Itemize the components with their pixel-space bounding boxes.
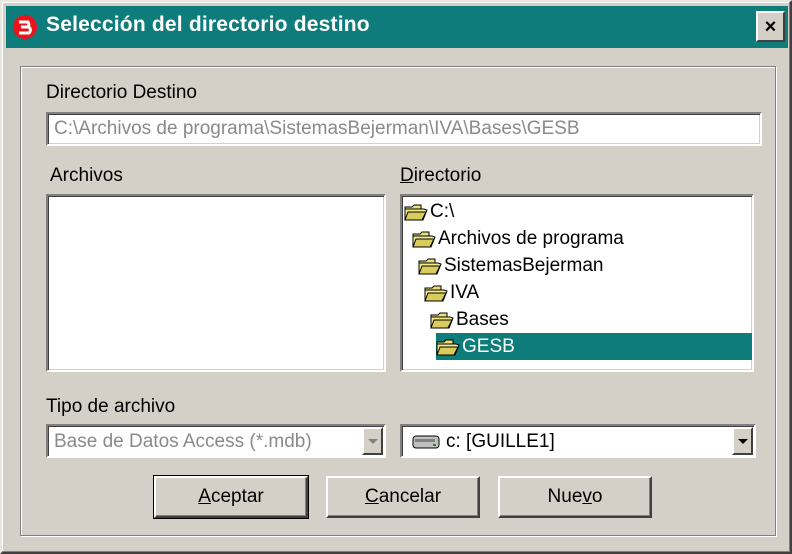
accept-accel: A <box>198 486 211 507</box>
file-type-label: Tipo de archivo <box>46 396 176 417</box>
accept-label: ceptar <box>210 486 264 507</box>
drive-select[interactable]: c: [GUILLE1] <box>400 424 756 458</box>
cancel-label: ancelar <box>378 486 442 507</box>
directory-label: Directorio <box>400 165 481 187</box>
directory-item[interactable]: GESB <box>436 333 752 360</box>
directory-item-label: IVA <box>450 281 480 303</box>
directory-item-label: SistemasBejerman <box>444 254 604 276</box>
directory-item[interactable]: SistemasBejerman <box>418 252 609 279</box>
close-icon: × <box>764 15 777 38</box>
new-accel: v <box>582 486 592 507</box>
open-folder-icon <box>424 285 448 301</box>
directory-item[interactable]: C:\ <box>404 198 460 225</box>
directory-item-label: C:\ <box>430 200 455 222</box>
directory-tree[interactable]: C:\ Archivos de programa SistemasBejerman I… <box>400 194 754 372</box>
chevron-down-icon <box>367 438 378 444</box>
files-list[interactable] <box>46 194 386 372</box>
open-folder-icon <box>412 231 436 247</box>
files-label: Archivos <box>50 165 123 186</box>
drive-dropdown-button[interactable] <box>732 427 753 455</box>
cancel-button[interactable]: Cancelar <box>326 476 480 518</box>
directory-item[interactable]: IVA <box>424 279 485 306</box>
directory-item[interactable]: Archivos de programa <box>412 225 630 252</box>
drive-icon <box>412 435 440 449</box>
destination-field[interactable]: C:\Archivos de programa\SistemasBejerman… <box>46 112 762 146</box>
app-icon <box>13 15 37 39</box>
close-button[interactable]: × <box>756 11 785 42</box>
open-folder-icon <box>418 258 442 274</box>
title-bar[interactable]: Selección del directorio destino × <box>6 6 788 48</box>
new-label-pre: Nue <box>547 486 583 507</box>
file-type-select[interactable]: Base de Datos Access (*.mdb) <box>46 424 386 458</box>
file-type-value: Base de Datos Access (*.mdb) <box>54 431 312 452</box>
directory-item-label: GESB <box>462 335 515 357</box>
directory-item-label: Archivos de programa <box>438 227 624 249</box>
file-type-dropdown-button[interactable] <box>362 427 383 455</box>
accept-button[interactable]: Aceptar <box>153 475 309 519</box>
directory-item[interactable]: Bases <box>430 306 515 333</box>
directory-label-rest: irectorio <box>413 165 482 186</box>
new-button[interactable]: Nue v o <box>498 476 652 518</box>
open-folder-icon <box>430 312 454 328</box>
directory-item-label: Bases <box>456 308 509 330</box>
drive-value: c: [GUILLE1] <box>446 431 555 452</box>
dialog-window: Selección del directorio destino × Direc… <box>0 0 792 554</box>
chevron-down-icon <box>737 438 748 444</box>
new-label-post: o <box>591 486 603 507</box>
open-folder-icon <box>436 339 460 355</box>
cancel-accel: C <box>364 486 379 507</box>
destination-label: Directorio Destino <box>46 82 197 103</box>
window-title: Selección del directorio destino <box>46 13 370 36</box>
directory-label-accel: D <box>400 165 414 186</box>
open-folder-icon <box>404 204 428 220</box>
